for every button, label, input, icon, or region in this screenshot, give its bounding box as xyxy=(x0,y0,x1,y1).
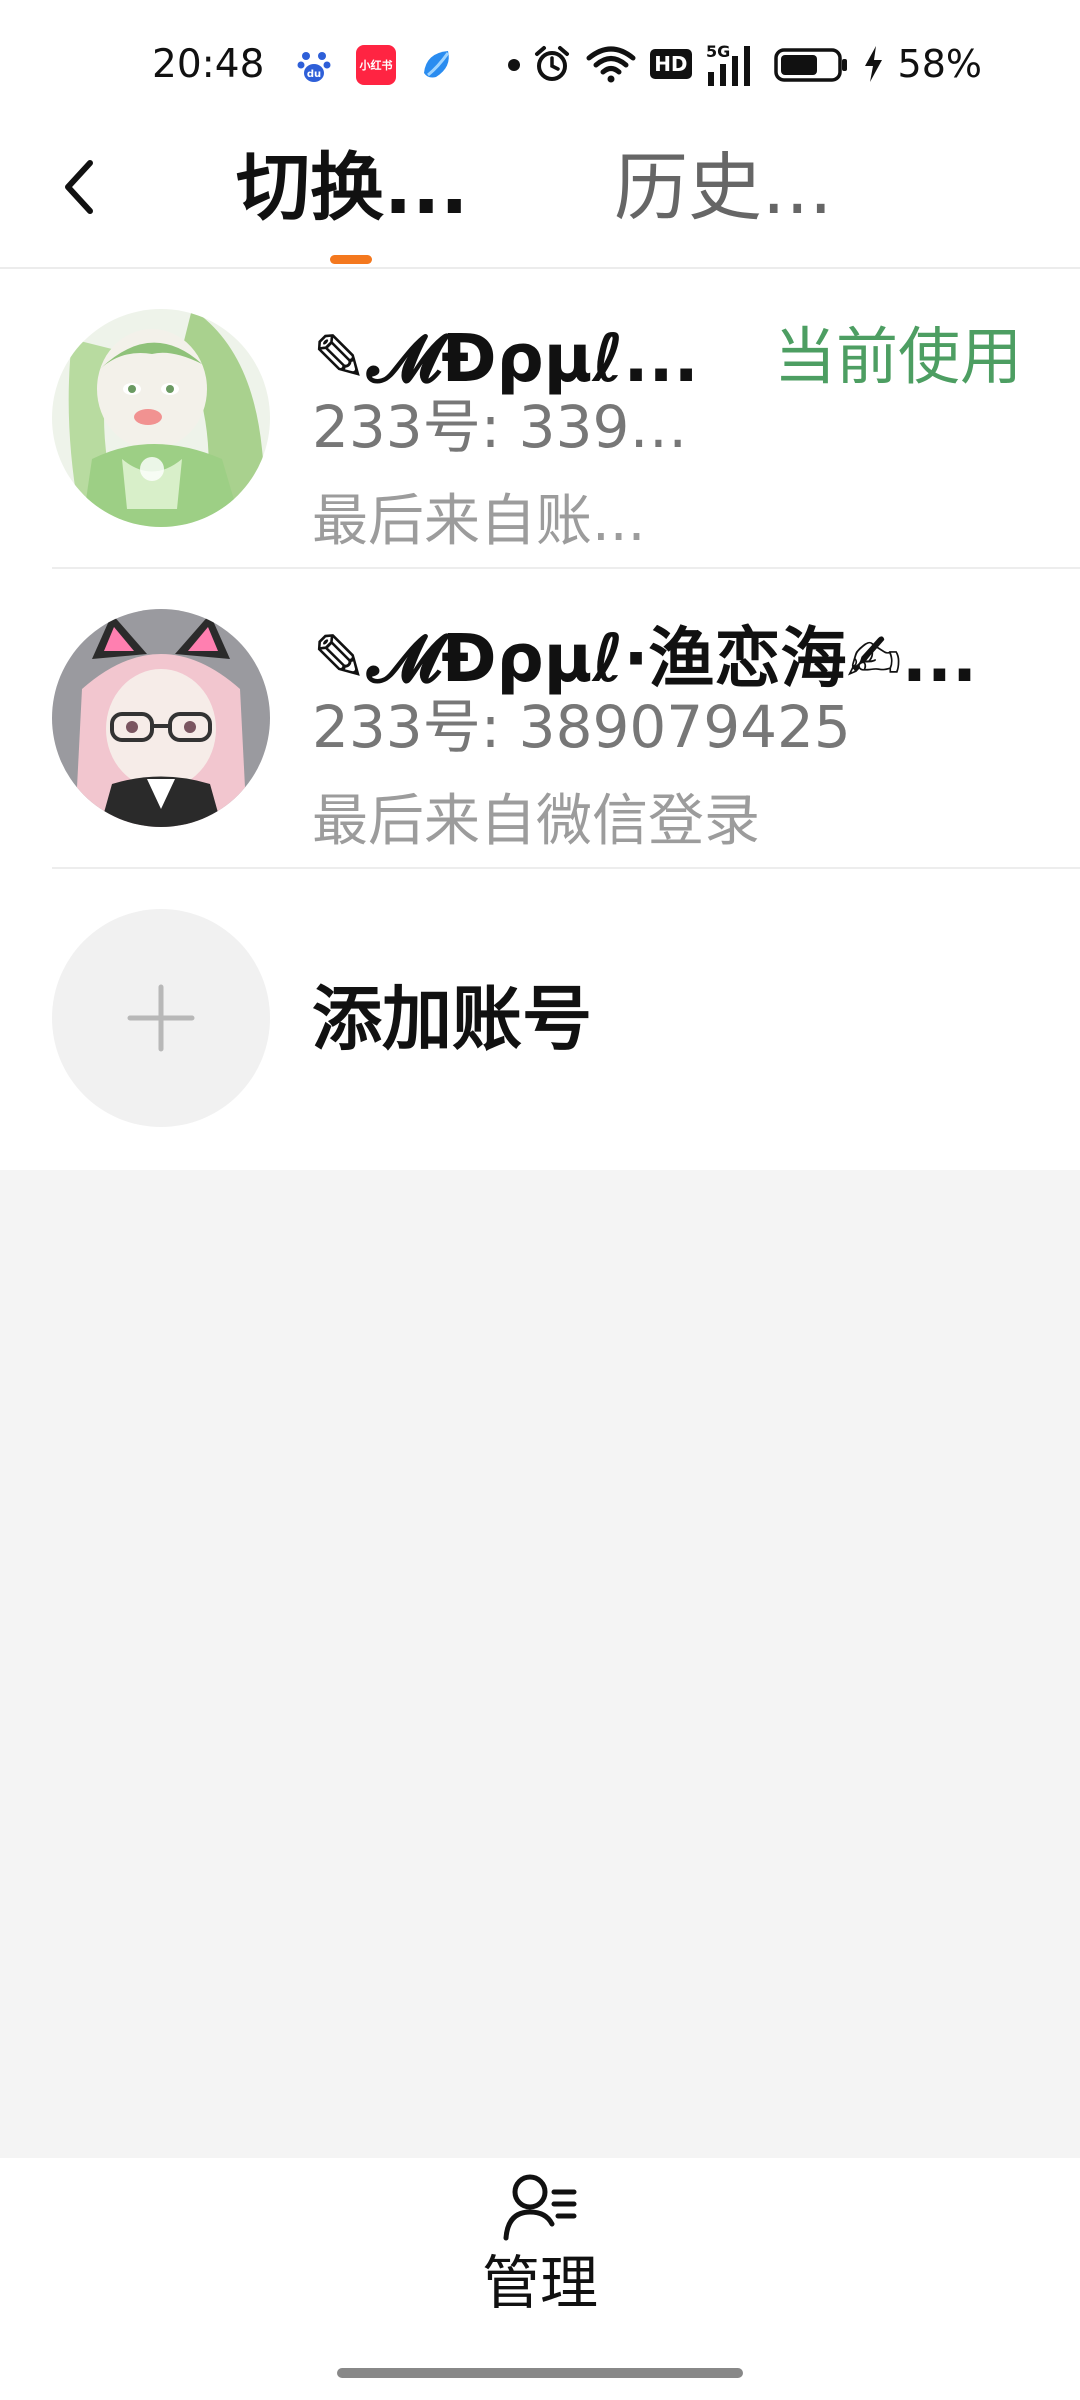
xiaohongshu-label: 小红书 xyxy=(359,59,393,72)
avatar xyxy=(52,309,270,527)
active-tab-indicator xyxy=(330,255,372,264)
account-login-source: 最后来自账... xyxy=(312,489,646,554)
manage-button[interactable]: 管理 xyxy=(440,2172,640,2342)
status-bar: 20:48 du 小红书 HD 5G 58% xyxy=(0,0,1080,125)
account-row[interactable]: ✎𝓜Ɖρμℓ·渔恋海✍... 233号: 389079425 最后来自微信登录 xyxy=(0,569,1080,869)
charging-icon xyxy=(862,44,884,84)
avatar xyxy=(52,609,270,827)
screen: 20:48 du 小红书 HD 5G 58% 切换... 历史... ✎𝓜Ɖρμ… xyxy=(0,0,1080,2400)
baidu-icon-label: du xyxy=(307,69,321,80)
current-account-badge: 当前使用 xyxy=(773,320,1022,393)
baidu-icon: du xyxy=(294,45,334,85)
wifi-icon xyxy=(586,44,636,84)
account-id: 233号: 389079425 xyxy=(312,693,851,761)
account-list: ✎𝓜Ɖρμℓ... 233号: 3397... 最后来自账... 当前使用 ✎𝓜… xyxy=(0,269,1080,1170)
system-status: HD 5G 58% xyxy=(532,42,982,86)
notification-dot xyxy=(508,59,520,71)
blue-app-icon xyxy=(418,45,458,85)
hd-icon: HD xyxy=(650,44,692,84)
xiaohongshu-icon: 小红书 xyxy=(356,45,396,85)
notification-icons: du 小红书 xyxy=(294,45,520,85)
battery-icon xyxy=(773,44,848,84)
back-button[interactable] xyxy=(46,155,110,219)
account-login-source: 最后来自微信登录 xyxy=(312,789,760,854)
plus-icon xyxy=(127,984,195,1052)
user-list-icon xyxy=(503,2174,577,2241)
signal-label: 5G xyxy=(706,42,730,61)
account-row-current[interactable]: ✎𝓜Ɖρμℓ... 233号: 3397... 最后来自账... 当前使用 xyxy=(0,269,1080,569)
header: 切换... 历史... xyxy=(0,125,1080,269)
manage-label: 管理 xyxy=(481,2249,598,2317)
hd-label: HD xyxy=(650,49,692,79)
battery-percent: 58% xyxy=(897,42,982,86)
alarm-icon xyxy=(532,44,572,84)
chevron-left-icon xyxy=(65,160,93,214)
account-name: ✎𝓜Ɖρμℓ... xyxy=(312,320,699,397)
add-account-row[interactable]: 添加账号 xyxy=(0,869,1080,1170)
account-name: ✎𝓜Ɖρμℓ·渔恋海✍... xyxy=(312,620,978,697)
account-id: 233号: 3397... xyxy=(312,393,712,461)
5g-signal-icon: 5G xyxy=(706,42,760,86)
add-account-label: 添加账号 xyxy=(312,978,592,1060)
tab-history[interactable]: 历史... xyxy=(614,143,833,233)
home-indicator[interactable] xyxy=(337,2368,743,2378)
add-account-circle xyxy=(52,909,270,1127)
tab-switch-account[interactable]: 切换... xyxy=(236,143,468,233)
bottom-bar: 管理 xyxy=(0,2158,1080,2400)
status-time: 20:48 xyxy=(152,42,265,87)
